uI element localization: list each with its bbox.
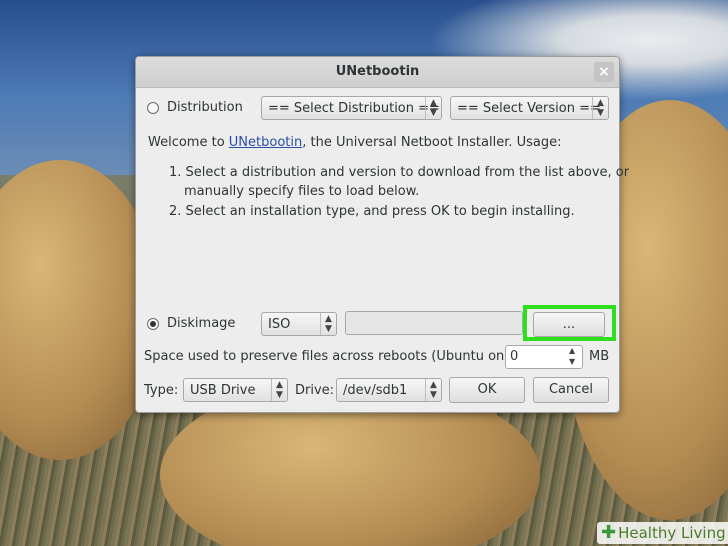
- watermark-text: Healthy Living: [618, 524, 726, 542]
- type-value: USB Drive: [190, 383, 256, 398]
- drive-label: Drive:: [295, 383, 335, 398]
- persistence-value: 0: [510, 349, 519, 364]
- updown-arrows-icon: ▲ ▼: [425, 379, 441, 401]
- unetbootin-dialog: UNetbootin × Distribution == Select Dist…: [135, 56, 629, 413]
- close-button[interactable]: ×: [594, 62, 614, 82]
- welcome-suffix: , the Universal Netboot Installer. Usage…: [302, 135, 562, 150]
- updown-arrows-icon: ▲ ▼: [271, 379, 287, 401]
- version-select[interactable]: == Select Version == ▲ ▼: [450, 96, 609, 120]
- diskimage-format-value: ISO: [268, 317, 291, 332]
- distribution-radio[interactable]: [147, 102, 159, 114]
- usage-step-1-line-1: 1. Select a distribution and version to …: [169, 165, 630, 180]
- usage-step-2: 2. Select an installation type, and pres…: [169, 204, 575, 219]
- welcome-prefix: Welcome to: [148, 135, 229, 150]
- updown-arrows-icon: ▲ ▼: [425, 97, 441, 119]
- browse-button-highlight: [523, 305, 616, 341]
- version-select-value: == Select Version ==: [457, 101, 601, 116]
- healthy-living-watermark: ✚ Healthy Living: [597, 522, 728, 544]
- persistence-label: Space used to preserve files across rebo…: [144, 349, 526, 364]
- spin-arrows-icon[interactable]: ▲ ▼: [569, 345, 575, 367]
- updown-arrows-icon: ▲ ▼: [592, 97, 608, 119]
- diskimage-label: Diskimage: [167, 316, 236, 331]
- drive-select[interactable]: /dev/sdb1 ▲ ▼: [336, 378, 442, 402]
- unetbootin-link[interactable]: UNetbootin: [229, 135, 302, 150]
- distribution-select[interactable]: == Select Distribution == ▲ ▼: [261, 96, 442, 120]
- persistence-unit: MB: [589, 349, 610, 364]
- type-label: Type:: [144, 383, 179, 398]
- ok-button[interactable]: OK: [449, 377, 525, 403]
- drive-value: /dev/sdb1: [343, 383, 408, 398]
- type-select[interactable]: USB Drive ▲ ▼: [183, 378, 288, 402]
- welcome-text: Welcome to UNetbootin, the Universal Net…: [148, 135, 562, 150]
- window-title: UNetbootin: [335, 64, 420, 79]
- diskimage-format-select[interactable]: ISO ▲ ▼: [261, 312, 337, 336]
- plus-logo-icon: ✚: [601, 522, 617, 543]
- diskimage-path-field[interactable]: [345, 311, 523, 335]
- updown-arrows-icon: ▲ ▼: [320, 313, 336, 335]
- cancel-button[interactable]: Cancel: [533, 377, 609, 403]
- usage-step-1-line-2: manually specify files to load below.: [184, 184, 420, 199]
- title-bar[interactable]: UNetbootin ×: [136, 57, 619, 88]
- distribution-label: Distribution: [167, 100, 243, 115]
- distribution-select-value: == Select Distribution ==: [268, 101, 440, 116]
- diskimage-radio[interactable]: [147, 318, 159, 330]
